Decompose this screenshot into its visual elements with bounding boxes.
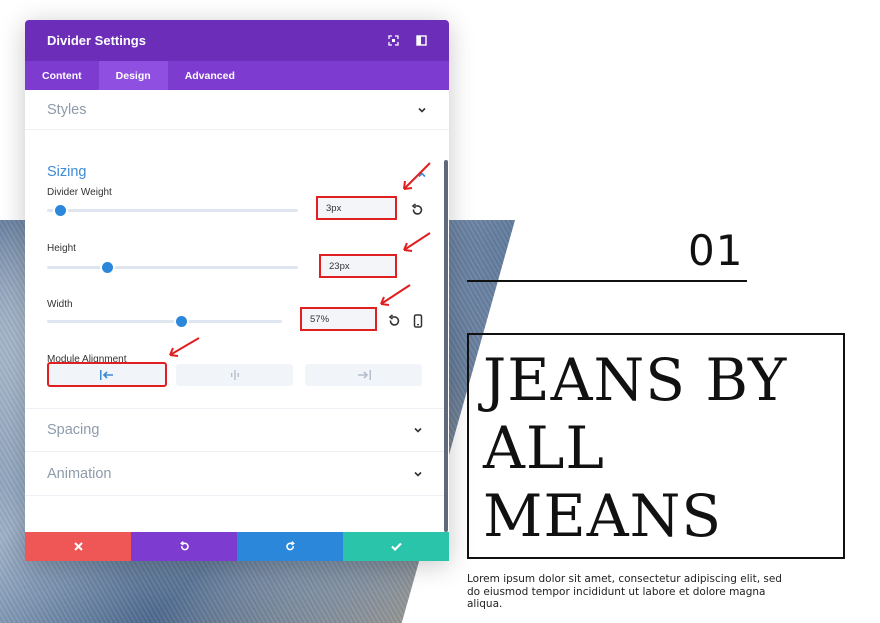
undo-button[interactable] xyxy=(131,532,237,561)
section-spacing[interactable]: Spacing xyxy=(25,408,445,452)
divider-weight-label: Divider Weight xyxy=(47,187,112,198)
divider-weight-slider[interactable] xyxy=(47,209,298,212)
reset-icon[interactable] xyxy=(410,203,424,217)
tab-design[interactable]: Design xyxy=(98,61,168,90)
width-label: Width xyxy=(47,299,73,310)
tab-bar: Content Design Advanced xyxy=(25,61,449,90)
headline-line-1: JEANS BY xyxy=(483,346,788,414)
align-right-button[interactable] xyxy=(305,364,422,386)
scrollbar[interactable] xyxy=(444,160,448,532)
divider-line xyxy=(467,280,747,282)
headline-box: JEANS BY ALL MEANS xyxy=(467,333,845,559)
align-left-icon xyxy=(100,369,113,380)
chevron-down-icon xyxy=(414,471,422,477)
headline: JEANS BY ALL MEANS xyxy=(483,346,829,551)
section-spacing-label: Spacing xyxy=(47,422,100,438)
reset-icon[interactable] xyxy=(387,314,401,328)
section-animation-label: Animation xyxy=(47,465,112,482)
chevron-down-icon xyxy=(418,107,426,113)
section-animation[interactable]: Animation xyxy=(25,452,445,496)
width-input[interactable]: 57% xyxy=(300,307,377,331)
chevron-down-icon xyxy=(414,427,422,433)
undo-icon xyxy=(179,541,189,551)
width-slider[interactable] xyxy=(47,320,282,323)
height-input[interactable]: 23px xyxy=(319,254,397,278)
section-sizing[interactable]: Sizing xyxy=(25,130,449,190)
height-label: Height xyxy=(47,243,76,254)
height-slider[interactable] xyxy=(47,266,298,269)
divider-weight-input[interactable]: 3px xyxy=(316,196,397,220)
split-view-icon[interactable] xyxy=(416,35,427,46)
height-slider-thumb[interactable] xyxy=(102,262,114,273)
checkmark-icon xyxy=(390,542,402,551)
divider-settings-panel: Divider Settings Content Design Advanced… xyxy=(25,20,449,561)
body-text: Lorem ipsum dolor sit amet, consectetur … xyxy=(467,573,782,611)
width-slider-thumb[interactable] xyxy=(175,316,187,327)
redo-icon xyxy=(285,541,295,551)
section-number: 01 xyxy=(688,226,744,275)
section-styles-label: Styles xyxy=(47,101,87,118)
tab-advanced[interactable]: Advanced xyxy=(168,61,252,90)
align-right-icon xyxy=(357,370,371,380)
panel-footer xyxy=(25,532,449,561)
align-center-icon xyxy=(230,370,239,380)
chevron-up-icon xyxy=(418,172,426,178)
headline-line-2: ALL xyxy=(483,413,605,482)
divider-weight-slider-thumb[interactable] xyxy=(54,205,66,216)
close-icon xyxy=(73,542,83,551)
tab-content[interactable]: Content xyxy=(25,61,99,90)
section-styles[interactable]: Styles xyxy=(25,90,449,130)
save-button[interactable] xyxy=(343,532,449,561)
phone-icon[interactable] xyxy=(411,314,425,328)
align-center-button[interactable] xyxy=(176,364,293,386)
panel-title: Divider Settings xyxy=(47,33,146,48)
panel-header: Divider Settings xyxy=(25,20,449,61)
cancel-button[interactable] xyxy=(25,532,131,561)
redo-button[interactable] xyxy=(237,532,343,561)
align-left-button[interactable] xyxy=(47,362,167,387)
headline-line-3: MEANS xyxy=(483,481,723,550)
fullscreen-icon[interactable] xyxy=(388,35,399,46)
section-sizing-label: Sizing xyxy=(47,164,87,180)
